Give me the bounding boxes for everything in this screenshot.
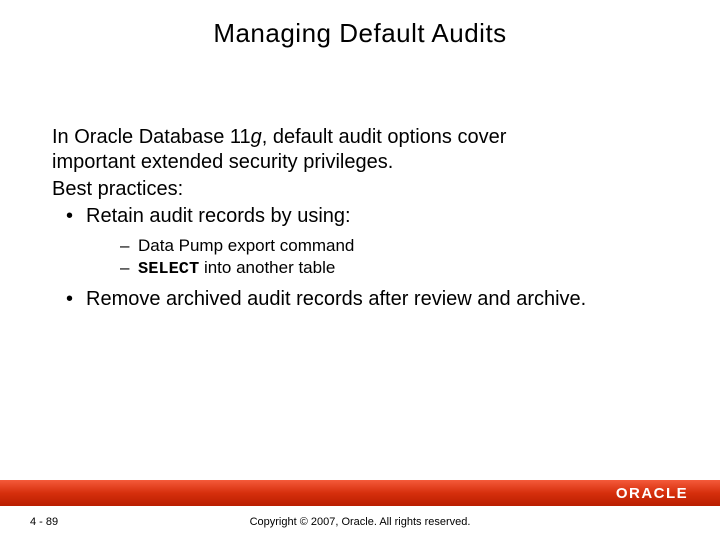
- oracle-logo: ORACLE: [598, 482, 706, 504]
- bullet-retain: Retain audit records by using: Data Pump…: [52, 204, 680, 281]
- sub-select-into: SELECT into another table: [86, 257, 680, 281]
- content-block: In Oracle Database 11g, default audit op…: [52, 125, 680, 312]
- best-practices-label: Best practices:: [52, 177, 680, 202]
- intro-line-2: important extended security privileges.: [52, 150, 680, 175]
- bullet-remove: Remove archived audit records after revi…: [52, 287, 680, 312]
- slide: Managing Default Audits In Oracle Databa…: [0, 0, 720, 540]
- intro-line-1: In Oracle Database 11g, default audit op…: [52, 125, 680, 150]
- intro-italic-g: g: [251, 126, 262, 148]
- intro-suffix: , default audit options cover: [262, 126, 507, 148]
- oracle-logo-text: ORACLE: [616, 485, 688, 502]
- page-title: Managing Default Audits: [0, 18, 720, 49]
- select-keyword: SELECT: [138, 260, 199, 279]
- intro-prefix: In Oracle Database 11: [52, 126, 251, 148]
- copyright-text: Copyright © 2007, Oracle. All rights res…: [0, 516, 720, 528]
- bullet-retain-text: Retain audit records by using:: [86, 205, 351, 227]
- bullet-list: Retain audit records by using: Data Pump…: [52, 204, 680, 312]
- sub-list: Data Pump export command SELECT into ano…: [86, 235, 680, 281]
- sub-select-rest: into another table: [199, 258, 335, 277]
- sub-data-pump: Data Pump export command: [86, 235, 680, 257]
